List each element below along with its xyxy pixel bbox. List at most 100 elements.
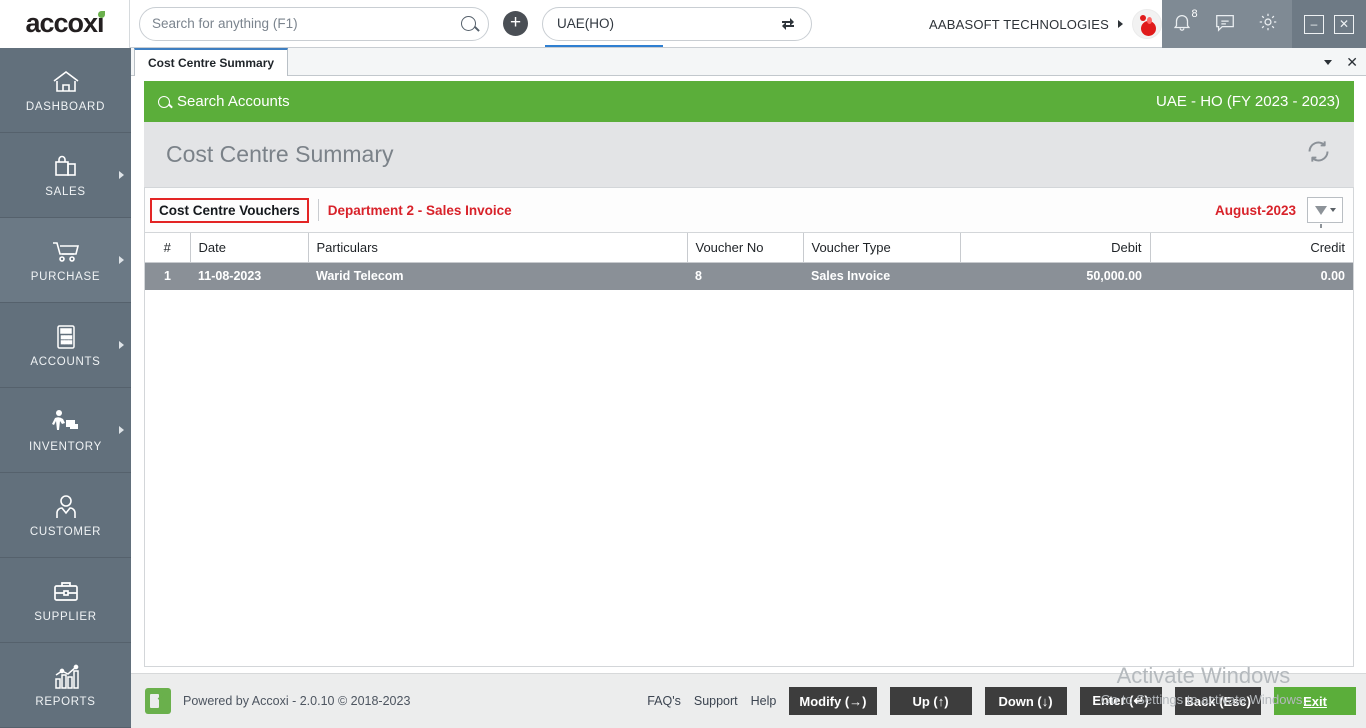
sidebar-item-label: SALES <box>45 186 86 198</box>
warehouse-worker-icon <box>50 407 82 437</box>
top-header-bar: accoxi + UAE(HO) AABASOFT TECHNOLOGIES <box>0 0 1366 48</box>
sidebar-nav: DASHBOARD SALES PU <box>0 48 131 728</box>
column-header[interactable]: Date <box>190 233 308 262</box>
person-icon <box>52 492 80 522</box>
chevron-down-icon[interactable] <box>1324 60 1332 65</box>
sync-icon[interactable] <box>779 15 797 33</box>
sidebar-item-customer[interactable]: CUSTOMER <box>0 473 131 558</box>
footer-link-help[interactable]: Help <box>751 694 777 708</box>
gear-icon[interactable] <box>1257 11 1283 37</box>
breadcrumb-divider <box>318 199 319 221</box>
sidebar-item-label: REPORTS <box>35 696 95 708</box>
period-label: August-2023 <box>1215 203 1296 218</box>
column-header[interactable]: Particulars <box>308 233 687 262</box>
cell-index: 1 <box>145 262 190 290</box>
company-name: AABASOFT TECHNOLOGIES <box>929 17 1109 32</box>
sidebar-item-supplier[interactable]: SUPPLIER <box>0 558 131 643</box>
tabstrip-controls: ✕ <box>1324 48 1358 76</box>
minimize-button[interactable]: – <box>1304 15 1324 34</box>
cell-voucher-type: Sales Invoice <box>803 262 960 290</box>
footer-actions: FAQ's Support Help Modify (→) Up (↑) Dow… <box>647 687 1356 715</box>
cell-debit: 50,000.00 <box>960 262 1150 290</box>
enter-button[interactable]: Enter (↵) <box>1080 687 1162 715</box>
shopping-bag-icon <box>51 152 81 182</box>
sidebar-item-label: INVENTORY <box>29 441 102 453</box>
fiscal-year-info: UAE - HO (FY 2023 - 2023) <box>1156 93 1340 110</box>
back-button[interactable]: Back (Esc) <box>1175 687 1261 715</box>
column-header[interactable]: Debit <box>960 233 1150 262</box>
bar-chart-icon <box>51 662 81 692</box>
cell-voucher-no: 8 <box>687 262 803 290</box>
branch-selector[interactable]: UAE(HO) <box>542 7 812 41</box>
column-header[interactable]: Voucher No <box>687 233 803 262</box>
footer-bar: Powered by Accoxi - 2.0.10 © 2018-2023 F… <box>131 673 1366 728</box>
table-row[interactable]: 111-08-2023Warid Telecom8Sales Invoice50… <box>145 262 1353 290</box>
breadcrumb-root[interactable]: Cost Centre Vouchers <box>150 198 309 223</box>
notification-count: 8 <box>1192 8 1198 20</box>
sidebar-item-reports[interactable]: REPORTS <box>0 643 131 728</box>
bell-icon[interactable]: 8 <box>1171 11 1197 37</box>
sidebar-item-inventory[interactable]: INVENTORY <box>0 388 131 473</box>
filter-controls: August-2023 <box>1215 197 1343 223</box>
briefcase-icon <box>51 577 81 607</box>
column-header[interactable]: Credit <box>1150 233 1353 262</box>
cell-particulars: Warid Telecom <box>308 262 687 290</box>
footer-link-support[interactable]: Support <box>694 694 738 708</box>
window-controls: – ✕ <box>1292 0 1366 48</box>
header-icon-group: 8 <box>1162 0 1292 48</box>
refresh-icon[interactable] <box>1305 138 1332 172</box>
cell-credit: 0.00 <box>1150 262 1353 290</box>
down-button[interactable]: Down (↓) <box>985 687 1067 715</box>
app-logo: accoxi <box>0 0 130 48</box>
modify-button[interactable]: Modify (→) <box>789 687 876 715</box>
search-accounts-button[interactable]: Search Accounts <box>158 93 290 110</box>
close-icon[interactable]: ✕ <box>1346 55 1358 69</box>
app-logo-text: accoxi <box>25 10 103 37</box>
tabstrip: Cost Centre Summary ✕ <box>131 48 1366 76</box>
calculator-icon <box>52 322 80 352</box>
sidebar-item-dashboard[interactable]: DASHBOARD <box>0 48 131 133</box>
chevron-right-icon <box>119 426 124 434</box>
sidebar-item-sales[interactable]: SALES <box>0 133 131 218</box>
header-accent-line <box>545 45 663 47</box>
message-icon[interactable] <box>1214 11 1240 37</box>
breadcrumb-filter-bar: Cost Centre Vouchers Department 2 - Sale… <box>144 187 1354 233</box>
search-accounts-label: Search Accounts <box>177 93 290 110</box>
column-header[interactable]: # <box>145 233 190 262</box>
avatar[interactable] <box>1132 9 1162 39</box>
company-switcher[interactable]: AABASOFT TECHNOLOGIES <box>929 0 1162 48</box>
add-new-button[interactable]: + <box>503 11 528 36</box>
sidebar-item-label: SUPPLIER <box>34 611 96 623</box>
global-search[interactable] <box>139 7 489 41</box>
application-window: accoxi + UAE(HO) AABASOFT TECHNOLOGIES <box>0 0 1366 728</box>
footer-copyright: Powered by Accoxi - 2.0.10 © 2018-2023 <box>183 694 410 708</box>
vouchers-table-container[interactable]: #DateParticularsVoucher NoVoucher TypeDe… <box>144 233 1354 667</box>
sidebar-item-label: DASHBOARD <box>26 101 105 113</box>
breadcrumb-current[interactable]: Department 2 - Sales Invoice <box>328 203 512 218</box>
search-input[interactable] <box>152 16 461 31</box>
page-title: Cost Centre Summary <box>166 141 394 168</box>
search-icon <box>461 16 476 31</box>
sidebar-item-purchase[interactable]: PURCHASE <box>0 218 131 303</box>
chevron-down-icon <box>1330 208 1336 212</box>
shopping-cart-icon <box>50 237 82 267</box>
sidebar-item-accounts[interactable]: ACCOUNTS <box>0 303 131 388</box>
footer-branding: Powered by Accoxi - 2.0.10 © 2018-2023 <box>145 688 410 714</box>
sidebar-item-label: PURCHASE <box>31 271 101 283</box>
sidebar-item-label: ACCOUNTS <box>30 356 100 368</box>
chevron-right-icon <box>1118 20 1123 28</box>
footer-link-faqs[interactable]: FAQ's <box>647 694 681 708</box>
exit-button[interactable]: Exit <box>1274 687 1356 715</box>
funnel-icon <box>1315 206 1327 215</box>
table-header-row: #DateParticularsVoucher NoVoucher TypeDe… <box>145 233 1353 262</box>
chevron-right-icon <box>119 341 124 349</box>
column-header[interactable]: Voucher Type <box>803 233 960 262</box>
up-button[interactable]: Up (↑) <box>890 687 972 715</box>
accoxi-mark-icon <box>145 688 171 714</box>
breadcrumb: Cost Centre Vouchers Department 2 - Sale… <box>150 198 512 223</box>
home-icon <box>51 67 81 97</box>
tab-cost-centre-summary[interactable]: Cost Centre Summary <box>134 48 288 76</box>
search-icon <box>158 96 170 108</box>
close-button[interactable]: ✕ <box>1334 15 1354 34</box>
filter-button[interactable] <box>1307 197 1343 223</box>
